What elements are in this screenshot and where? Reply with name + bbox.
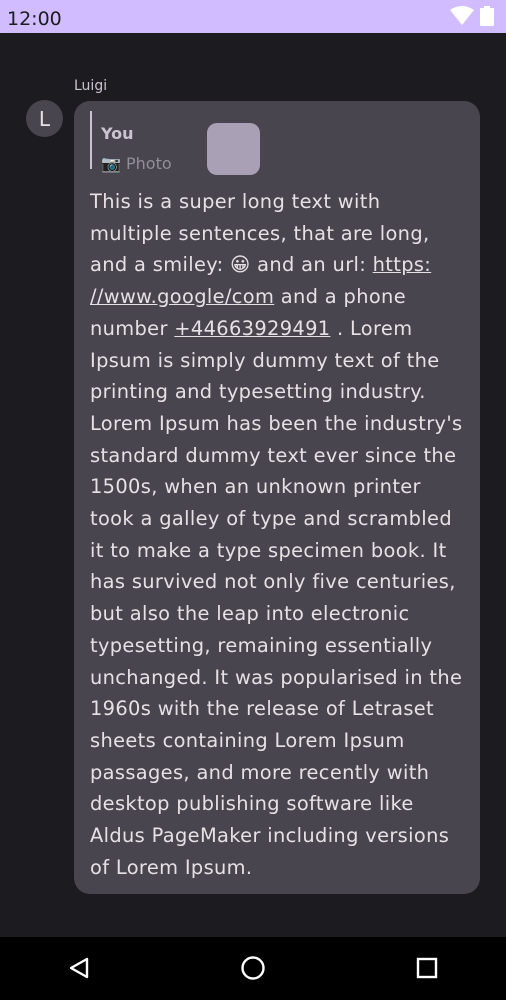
avatar-initial: L: [38, 106, 51, 131]
reply-author: You: [101, 124, 134, 143]
home-icon[interactable]: [238, 953, 268, 983]
navigation-bar: [0, 937, 506, 1000]
reply-thumbnail: [207, 123, 260, 175]
back-icon[interactable]: [64, 953, 94, 983]
avatar[interactable]: L: [26, 100, 63, 137]
status-bar: 12:00: [0, 0, 506, 33]
message-text-part3: . Lorem Ipsum is simply dummy text of th…: [90, 316, 463, 879]
camera-icon: 📷: [101, 154, 121, 173]
quoted-reply[interactable]: You 📷 Photo: [90, 111, 260, 175]
wifi-icon: [450, 6, 474, 30]
phone-link[interactable]: +44663929491: [174, 317, 330, 340]
battery-icon: [480, 6, 494, 30]
message-text: This is a super long text with multiple …: [90, 186, 468, 883]
chat-list[interactable]: Luigi L You 📷 Photo This is a super long…: [0, 33, 506, 937]
recents-icon[interactable]: [412, 953, 442, 983]
message-bubble[interactable]: You 📷 Photo This is a super long text wi…: [74, 101, 480, 894]
reply-preview-text: Photo: [126, 154, 172, 173]
status-time: 12:00: [7, 8, 62, 30]
status-icons: [450, 6, 494, 26]
url-link-part2: //www.google/com: [90, 285, 275, 309]
url-link-part1: https:: [372, 253, 432, 277]
reply-preview: 📷 Photo: [101, 154, 172, 174]
reply-bar: [90, 111, 92, 169]
sender-name: Luigi: [74, 78, 108, 94]
